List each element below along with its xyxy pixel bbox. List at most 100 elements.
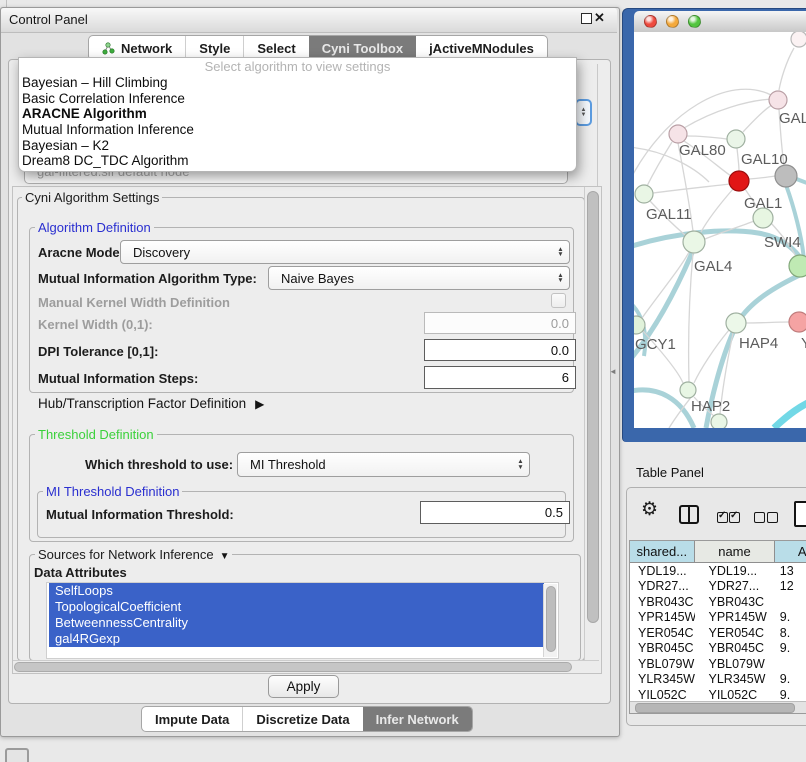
aracne-mode-combo[interactable]: Discovery ▲▼ xyxy=(120,240,570,264)
table-row[interactable]: YER054CYER054C8. xyxy=(630,625,806,641)
table-row[interactable]: YBR043CYBR043C xyxy=(630,594,806,610)
table-horizontal-scrollbar[interactable] xyxy=(630,701,806,713)
mac-minimize-icon[interactable] xyxy=(666,15,679,28)
table-row[interactable]: YDL19...YDL19...13 xyxy=(630,563,806,579)
float-window-icon[interactable] xyxy=(581,13,592,24)
mi-threshold-field[interactable]: 0.5 xyxy=(420,501,570,524)
control-panel-titlebar[interactable] xyxy=(1,8,617,33)
deselect-all-icon[interactable] xyxy=(754,512,765,523)
data-attribute-item[interactable]: TopologicalCoefficient xyxy=(49,599,544,615)
which-threshold-combo[interactable]: MI Threshold ▲▼ xyxy=(237,452,530,477)
partial-corner-button[interactable] xyxy=(5,748,29,762)
mi-steps-field[interactable]: 6 xyxy=(424,366,576,389)
apply-button[interactable]: Apply xyxy=(268,675,339,698)
dpi-tolerance-field[interactable]: 0.0 xyxy=(424,339,576,361)
data-attribute-item[interactable]: gal4RGexp xyxy=(49,631,544,647)
mac-zoom-icon[interactable] xyxy=(688,15,701,28)
expand-right-arrow-icon[interactable]: ▶ xyxy=(255,397,264,411)
algorithm-option[interactable]: Mutual Information Inference xyxy=(19,122,576,138)
kernel-width-field[interactable]: 0.0 xyxy=(424,312,576,334)
network-node[interactable] xyxy=(726,313,746,333)
network-node[interactable] xyxy=(669,125,687,143)
network-node-label: HAP2 xyxy=(691,398,730,415)
network-node[interactable] xyxy=(769,91,787,109)
collapse-down-arrow-icon[interactable]: ▼ xyxy=(220,551,230,562)
aracne-mode-value: Discovery xyxy=(121,245,552,260)
table-row[interactable]: YLR345WYLR345W9. xyxy=(630,672,806,688)
attributes-scrollbar[interactable] xyxy=(543,584,557,657)
table-cell: YER054C xyxy=(630,625,695,641)
table-row[interactable]: YBL079WYBL079W xyxy=(630,656,806,672)
table-cell: 9. xyxy=(776,672,806,688)
table-cell: YER054C xyxy=(695,625,776,641)
close-icon[interactable]: ✕ xyxy=(594,10,605,26)
network-node-label: GAL4 xyxy=(694,258,732,275)
table-column-header[interactable]: A xyxy=(775,541,806,562)
cyni-bottom-tabbar: Impute Data Discretize Data Infer Networ… xyxy=(141,706,473,732)
manual-kernel-width-label: Manual Kernel Width Definition xyxy=(38,295,230,310)
table-scrollbar-thumb[interactable] xyxy=(635,703,795,713)
network-node[interactable] xyxy=(683,231,705,253)
table-cell xyxy=(776,594,806,610)
algorithm-option[interactable]: Bayesian – K2 xyxy=(19,138,576,154)
split-columns-icon[interactable] xyxy=(679,505,699,524)
network-node[interactable] xyxy=(680,382,696,398)
file-icon[interactable] xyxy=(794,501,806,527)
gear-icon[interactable]: ⚙ xyxy=(641,498,658,521)
table-row[interactable]: YPR145WYPR145W9. xyxy=(630,610,806,626)
network-node[interactable] xyxy=(789,312,806,332)
tab-impute-data[interactable]: Impute Data xyxy=(142,707,242,731)
algorithm-option[interactable]: ARACNE Algorithm xyxy=(19,106,576,122)
panel-collapse-arrow-icon[interactable]: ◄ xyxy=(609,367,617,376)
hub-definition-expander[interactable]: Hub/Transcription Factor Definition▶ xyxy=(38,396,264,411)
sources-group-title: Sources for Network Inference▼ xyxy=(35,547,232,562)
tab-label: Select xyxy=(257,41,295,56)
table-column-header[interactable]: name xyxy=(695,541,776,562)
data-attribute-item[interactable]: SelfLoops xyxy=(49,583,544,599)
attributes-scrollbar-thumb[interactable] xyxy=(546,586,556,652)
select-all-icon[interactable] xyxy=(729,512,740,523)
settings-vertical-scrollbar-thumb[interactable] xyxy=(587,191,599,623)
network-node[interactable] xyxy=(753,208,773,228)
data-attribute-item[interactable]: BetweennessCentrality xyxy=(49,615,544,631)
stepper-arrows-icon: ▲▼ xyxy=(552,273,569,284)
network-node[interactable] xyxy=(729,171,749,191)
table-column-header[interactable]: shared... xyxy=(630,541,695,562)
network-window-titlebar[interactable] xyxy=(634,11,806,33)
tab-infer-network[interactable]: Infer Network xyxy=(363,707,472,731)
mi-threshold-label: Mutual Information Threshold: xyxy=(46,507,234,522)
network-node[interactable] xyxy=(791,32,806,47)
select-all-icon[interactable] xyxy=(717,512,728,523)
network-node-label: GCY1 xyxy=(635,336,676,353)
table-row[interactable]: YDR27...YDR27...12 xyxy=(630,579,806,595)
mac-close-icon[interactable] xyxy=(644,15,657,28)
table-cell: YPR145W xyxy=(695,610,776,626)
network-node[interactable] xyxy=(635,185,653,203)
deselect-all-icon[interactable] xyxy=(767,512,778,523)
algorithm-option[interactable]: Dream8 DC_TDC Algorithm xyxy=(19,153,576,169)
tab-label: Discretize Data xyxy=(256,712,349,727)
tab-discretize-data[interactable]: Discretize Data xyxy=(242,707,362,731)
algorithm-option[interactable]: Basic Correlation Inference xyxy=(19,91,576,107)
mi-algorithm-type-combo[interactable]: Naive Bayes ▲▼ xyxy=(268,266,570,290)
manual-kernel-width-checkbox[interactable] xyxy=(551,293,566,308)
focused-combo-stepper[interactable]: ▲▼ xyxy=(575,99,592,126)
tab-label: jActiveMNodules xyxy=(429,41,534,56)
network-canvas[interactable]: GALGAL80GAL10GAL1GAL11SWI4GAL4GCY1HAP4YH… xyxy=(634,32,806,428)
network-view-window[interactable]: GALGAL80GAL10GAL1GAL11SWI4GAL4GCY1HAP4YH… xyxy=(622,8,806,442)
settings-horizontal-scrollbar[interactable] xyxy=(13,660,599,672)
tab-label: Infer Network xyxy=(376,712,459,727)
table-cell: YDR27... xyxy=(630,579,695,595)
network-node[interactable] xyxy=(789,255,806,277)
network-node[interactable] xyxy=(711,414,727,428)
network-node[interactable] xyxy=(727,130,745,148)
table-row[interactable]: YBR045CYBR045C9. xyxy=(630,641,806,657)
network-node[interactable] xyxy=(775,165,797,187)
algorithm-option[interactable]: Bayesian – Hill Climbing xyxy=(19,75,576,91)
node-table[interactable]: shared...nameA YDL19...YDL19...13YDR27..… xyxy=(629,540,806,714)
algorithm-dropdown-popup: Select algorithm to view settings Bayesi… xyxy=(18,57,577,172)
data-attributes-listbox[interactable]: SelfLoopsTopologicalCoefficientBetweenne… xyxy=(46,582,559,659)
settings-vertical-scrollbar[interactable] xyxy=(584,187,600,671)
settings-horizontal-scrollbar-thumb[interactable] xyxy=(14,662,572,672)
which-threshold-label: Which threshold to use: xyxy=(85,457,233,472)
